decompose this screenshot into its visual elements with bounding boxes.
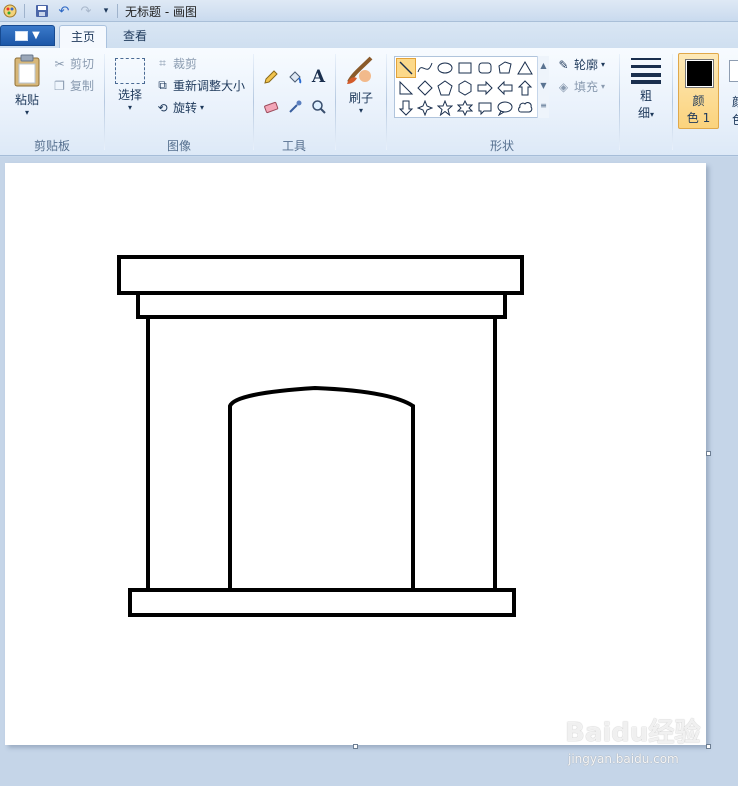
chevron-down-icon: ▾ <box>24 108 29 117</box>
magnifier-icon[interactable] <box>308 96 329 117</box>
shape-diamond-icon[interactable] <box>415 78 435 98</box>
canvas-resize-handle-corner[interactable] <box>706 744 711 749</box>
ribbon-tab-bar: ▼ 主页 查看 <box>0 22 738 48</box>
tools-group-label: 工具 <box>281 139 306 153</box>
crop-icon: ⌗ <box>159 56 166 70</box>
scissors-icon: ✂ <box>54 56 65 71</box>
shape-right-triangle-icon[interactable] <box>396 78 416 98</box>
rotate-icon: ⟲ <box>157 100 168 115</box>
shape-five-point-star-icon[interactable] <box>435 98 455 118</box>
pencil-icon[interactable] <box>260 66 281 87</box>
paste-button[interactable]: 粘贴 ▾ <box>8 54 46 117</box>
scroll-down-icon[interactable]: ▼ <box>538 76 549 96</box>
shape-rounded-callout-icon[interactable] <box>475 98 495 118</box>
customize-quick-access-icon[interactable]: ▾ <box>98 3 114 19</box>
crop-button[interactable]: ⌗ 裁剪 <box>155 55 197 72</box>
color2-button[interactable]: 颜 色 <box>724 56 738 127</box>
chevron-down-icon: ▾ <box>358 106 363 115</box>
brushes-button[interactable]: 刷子 ▾ <box>342 54 380 115</box>
window-title: 无标题 - 画图 <box>125 5 197 19</box>
drawing-canvas[interactable] <box>5 163 706 745</box>
shape-up-arrow-icon[interactable] <box>515 78 535 98</box>
canvas-resize-handle-bottom[interactable] <box>353 744 358 749</box>
shapes-group-label: 形状 <box>489 139 514 153</box>
brushes-label: 刷子 <box>348 91 373 105</box>
paint-app-icon[interactable] <box>2 3 18 19</box>
line-width-icon <box>631 58 661 84</box>
shape-oval-icon[interactable] <box>435 58 455 78</box>
outline-icon: ✎ <box>558 57 569 72</box>
shape-curve-icon[interactable] <box>415 58 435 78</box>
clipboard-icon <box>14 54 40 87</box>
shape-six-point-star-icon[interactable] <box>455 98 475 118</box>
color2-swatch <box>729 60 738 82</box>
cut-button[interactable]: ✂ 剪切 <box>52 55 94 72</box>
shapes-scrollbar[interactable]: ▲ ▼ ≡ <box>537 56 549 118</box>
fill-button[interactable]: ◈ 填充 ▾ <box>556 78 605 95</box>
select-button[interactable]: 选择 ▾ <box>112 54 148 112</box>
shape-line-icon[interactable] <box>396 58 416 78</box>
tab-home[interactable]: 主页 <box>59 25 108 48</box>
chevron-down-icon: ▾ <box>601 82 606 91</box>
canvas-resize-handle-right[interactable] <box>706 451 711 456</box>
shape-right-arrow-icon[interactable] <box>475 78 495 98</box>
tab-view[interactable]: 查看 <box>112 25 158 48</box>
baidu-watermark-url: jingyan.baidu.com <box>568 752 679 766</box>
select-label: 选择 <box>117 88 142 102</box>
fireplace-drawing <box>117 255 524 617</box>
color1-button[interactable]: 颜 色 1 <box>678 53 719 129</box>
save-icon[interactable] <box>34 3 50 19</box>
scroll-up-icon[interactable]: ▲ <box>538 56 549 76</box>
fill-bucket-icon[interactable] <box>284 66 305 87</box>
shape-cloud-callout-icon[interactable] <box>515 98 535 118</box>
shape-hexagon-icon[interactable] <box>455 78 475 98</box>
shape-left-arrow-icon[interactable] <box>495 78 515 98</box>
text-icon[interactable]: A <box>308 66 329 87</box>
shape-down-arrow-icon[interactable] <box>396 98 416 118</box>
resize-button[interactable]: ⧉ 重新调整大小 <box>155 77 245 94</box>
outline-button[interactable]: ✎ 轮廓 ▾ <box>556 56 605 73</box>
baidu-watermark: Baidu经验 <box>565 718 701 748</box>
chevron-down-icon: ▾ <box>601 60 606 69</box>
size-label: 粗 <box>639 89 652 103</box>
shape-polygon-icon[interactable] <box>495 58 515 78</box>
paste-label: 粘贴 <box>14 93 39 107</box>
gallery-more-icon[interactable]: ≡ <box>538 96 549 116</box>
shape-pentagon-icon[interactable] <box>435 78 455 98</box>
clipboard-group-label: 剪贴板 <box>33 139 70 153</box>
copy-button[interactable]: ❐ 复制 <box>52 77 94 94</box>
shape-rounded-rectangle-icon[interactable] <box>475 58 495 78</box>
rotate-button[interactable]: ⟲ 旋转 ▾ <box>155 99 204 116</box>
chevron-down-icon: ▾ <box>200 103 205 112</box>
selection-rect-icon <box>115 58 145 84</box>
eraser-icon[interactable] <box>260 96 281 117</box>
copy-icon: ❐ <box>54 78 65 93</box>
menu-doc-icon <box>15 30 29 41</box>
size-button[interactable]: 粗 细▾ <box>626 56 666 121</box>
chevron-down-icon: ▼ <box>32 30 40 41</box>
chevron-down-icon: ▾ <box>127 103 132 112</box>
fill-icon: ◈ <box>558 79 569 94</box>
shape-oval-callout-icon[interactable] <box>495 98 515 118</box>
shapes-gallery <box>394 56 549 118</box>
paint-menu-button[interactable]: ▼ <box>0 25 55 46</box>
chevron-down-icon: ▾ <box>650 110 655 119</box>
shape-rectangle-icon[interactable] <box>455 58 475 78</box>
redo-icon[interactable]: ↷ <box>78 3 94 19</box>
title-bar: ↶ ↷ ▾ 无标题 - 画图 <box>0 0 738 22</box>
shape-triangle-icon[interactable] <box>515 58 535 78</box>
resize-icon: ⧉ <box>158 78 167 92</box>
undo-icon[interactable]: ↶ <box>56 3 72 19</box>
shape-four-point-star-icon[interactable] <box>415 98 435 118</box>
color-picker-icon[interactable] <box>284 96 305 117</box>
brush-icon <box>347 56 373 84</box>
image-group-label: 图像 <box>166 139 191 153</box>
color1-swatch <box>685 59 714 88</box>
